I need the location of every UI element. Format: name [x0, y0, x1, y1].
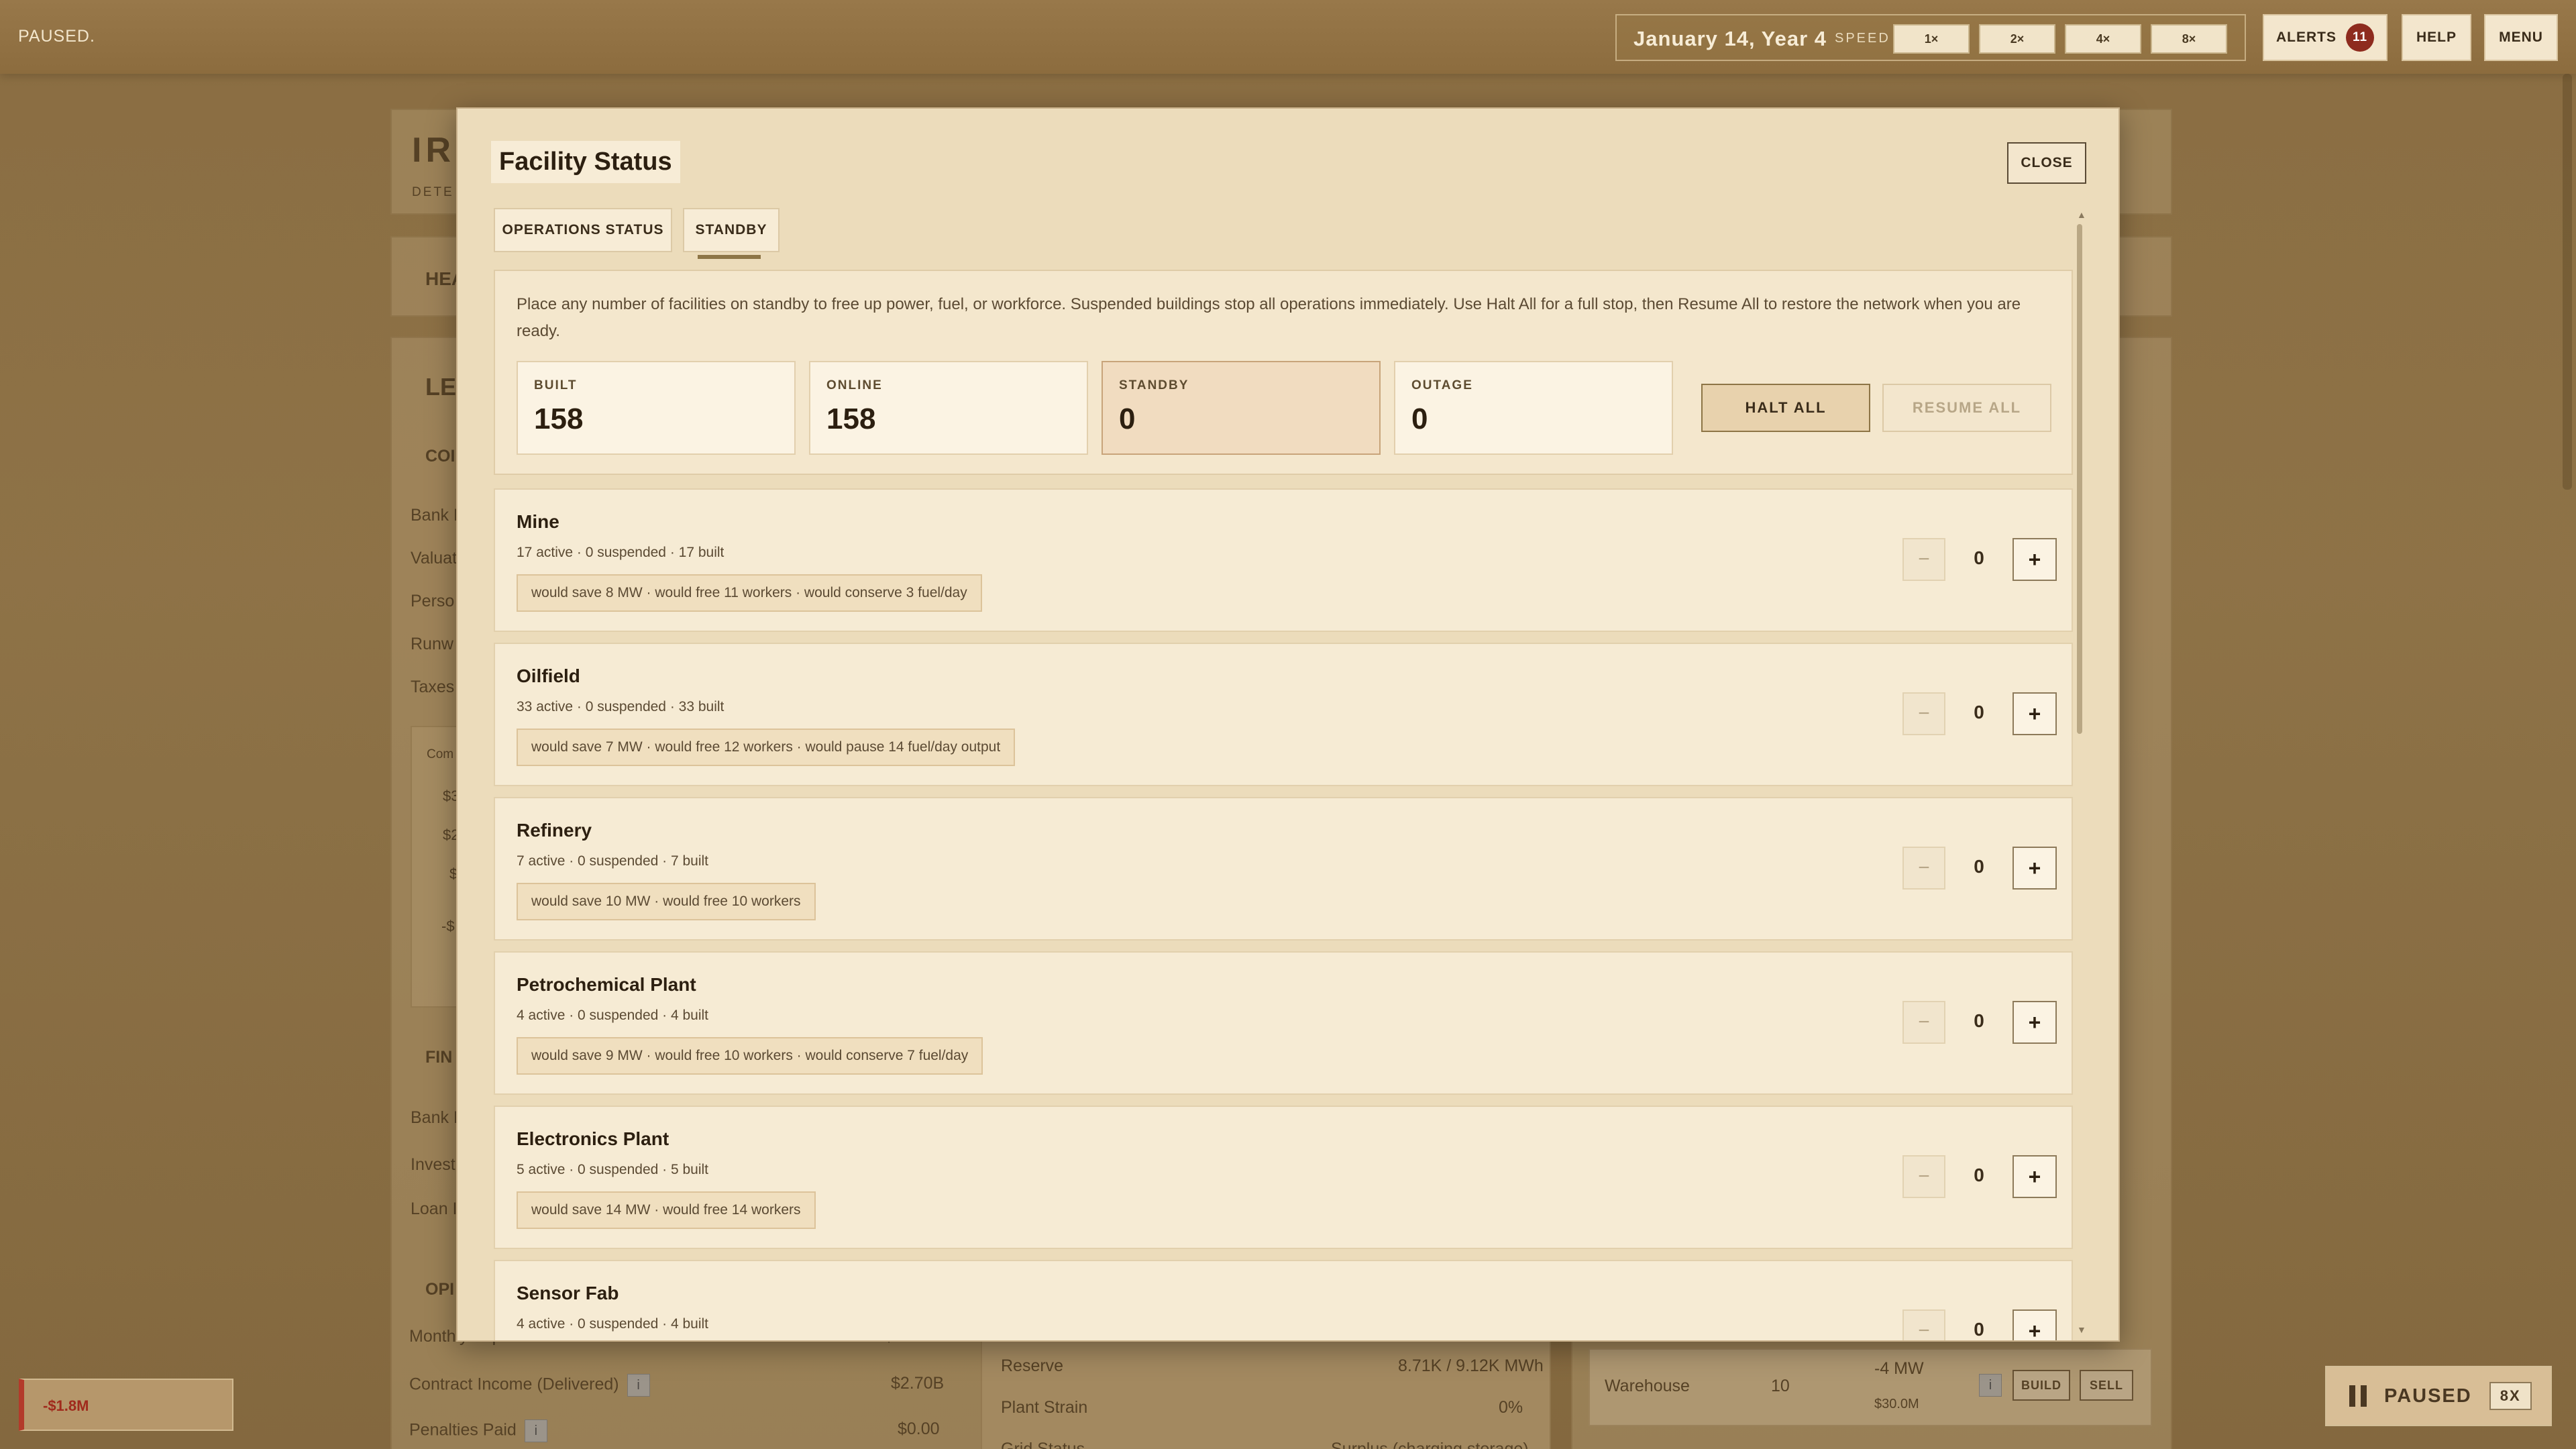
facility-effect: would save 7 MW · would free 12 workers …: [517, 729, 1016, 766]
stat-online: ONLINE 158: [809, 361, 1088, 455]
facility-counts: 17 active · 0 suspended · 17 built: [517, 545, 724, 560]
standby-count: 0: [1974, 1319, 1984, 1340]
decrease-button[interactable]: −: [1902, 692, 1945, 735]
stat-label: BUILT: [534, 378, 578, 392]
stat-built: BUILT 158: [517, 361, 796, 455]
game-date: January 14, Year 4: [1633, 27, 1827, 50]
increase-button[interactable]: +: [2012, 692, 2057, 735]
increase-button[interactable]: +: [2012, 1155, 2057, 1198]
speed-1x-button[interactable]: 1×: [1893, 24, 1970, 54]
facility-name: Electronics Plant: [517, 1128, 669, 1149]
facility-counts: 5 active · 0 suspended · 5 built: [517, 1162, 709, 1177]
stat-outage: OUTAGE 0: [1394, 361, 1673, 455]
facility-name: Sensor Fab: [517, 1283, 619, 1303]
facility-counts: 4 active · 0 suspended · 4 built: [517, 1008, 709, 1023]
alerts-label: ALERTS: [2276, 30, 2337, 45]
decrease-button[interactable]: −: [1902, 1001, 1945, 1044]
tab-operations-status[interactable]: OPERATIONS STATUS: [494, 208, 672, 252]
increase-button[interactable]: +: [2012, 1001, 2057, 1044]
facility-name: Oilfield: [517, 665, 580, 686]
alerts-count-badge: 11: [2346, 23, 2374, 52]
scroll-up-arrow-icon[interactable]: ▲: [2077, 209, 2086, 220]
stat-value: 158: [534, 402, 584, 435]
facility-effect: would save 14 MW · would free 14 workers: [517, 1191, 816, 1229]
pause-icon: [2349, 1385, 2367, 1407]
standby-count: 0: [1974, 547, 1984, 568]
paused-indicator[interactable]: PAUSED 8X: [2325, 1366, 2552, 1426]
resume-all-button[interactable]: RESUME ALL: [1882, 384, 2051, 432]
halt-all-button[interactable]: HALT ALL: [1701, 384, 1870, 432]
standby-count: 0: [1974, 1010, 1984, 1031]
speed-label: SPEED: [1835, 31, 1890, 46]
date-speed-panel: January 14, Year 4 SPEED 1× 2× 4× 8×: [1615, 14, 2246, 61]
page-scrollbar[interactable]: [2563, 74, 2572, 490]
paused-speed-tag: 8X: [2489, 1382, 2532, 1410]
facility-row-electronics-plant: Electronics Plant 5 active · 0 suspended…: [494, 1106, 2073, 1249]
paused-label: PAUSED: [2384, 1385, 2472, 1407]
close-button[interactable]: CLOSE: [2007, 142, 2086, 184]
stat-value: 0: [1119, 402, 1136, 435]
facility-effect: would save 9 MW · would free 10 workers …: [517, 1037, 983, 1075]
decrease-button[interactable]: −: [1902, 1309, 1945, 1340]
speed-4x-button[interactable]: 4×: [2065, 24, 2141, 54]
facility-name: Refinery: [517, 820, 592, 841]
standby-content: Place any number of facilities on standb…: [494, 270, 2073, 1340]
decrease-button[interactable]: −: [1902, 1155, 1945, 1198]
help-button[interactable]: HELP: [2402, 14, 2471, 61]
active-tab-indicator: [698, 255, 761, 259]
stat-value: 0: [1411, 402, 1428, 435]
facility-name: Mine: [517, 511, 559, 532]
tab-standby[interactable]: STANDBY: [683, 208, 780, 252]
standby-intro-text: Place any number of facilities on standb…: [517, 295, 2021, 340]
scrollbar-thumb[interactable]: [2077, 224, 2082, 734]
facility-counts: 4 active · 0 suspended · 4 built: [517, 1316, 709, 1332]
top-bar: PAUSED. January 14, Year 4 SPEED 1× 2× 4…: [0, 0, 2576, 74]
alerts-button[interactable]: ALERTS 11: [2263, 14, 2387, 61]
modal-title: Facility Status: [491, 141, 680, 183]
stat-label: OUTAGE: [1411, 378, 1473, 392]
facility-row-refinery: Refinery 7 active · 0 suspended · 7 buil…: [494, 797, 2073, 941]
stat-standby: STANDBY 0: [1102, 361, 1381, 455]
decrease-button[interactable]: −: [1902, 538, 1945, 581]
facility-effect: would save 8 MW · would free 11 workers …: [517, 574, 982, 612]
modal-scrollbar[interactable]: ▲ ▼: [2077, 209, 2086, 1336]
scroll-down-arrow-icon[interactable]: ▼: [2077, 1324, 2086, 1335]
facility-effect: would save 10 MW · would free 10 workers: [517, 883, 816, 920]
standby-summary-box: Place any number of facilities on standb…: [494, 270, 2073, 475]
stat-label: ONLINE: [826, 378, 883, 392]
cash-delta-indicator: -$1.8M: [19, 1379, 233, 1431]
pause-status-text: PAUSED.: [18, 27, 95, 46]
decrease-button[interactable]: −: [1902, 847, 1945, 890]
facility-row-mine: Mine 17 active · 0 suspended · 17 built …: [494, 488, 2073, 632]
increase-button[interactable]: +: [2012, 1309, 2057, 1340]
stat-label: STANDBY: [1119, 378, 1189, 392]
facility-counts: 7 active · 0 suspended · 7 built: [517, 853, 709, 869]
increase-button[interactable]: +: [2012, 538, 2057, 581]
facility-row-sensor-fab: Sensor Fab 4 active · 0 suspended · 4 bu…: [494, 1260, 2073, 1340]
speed-2x-button[interactable]: 2×: [1979, 24, 2055, 54]
speed-8x-button[interactable]: 8×: [2151, 24, 2227, 54]
standby-count: 0: [1974, 1165, 1984, 1185]
facility-counts: 33 active · 0 suspended · 33 built: [517, 699, 724, 714]
stat-value: 158: [826, 402, 876, 435]
standby-count: 0: [1974, 856, 1984, 877]
facility-name: Petrochemical Plant: [517, 974, 696, 995]
facility-row-petrochemical-plant: Petrochemical Plant 4 active · 0 suspend…: [494, 951, 2073, 1095]
menu-button[interactable]: MENU: [2484, 14, 2558, 61]
facility-status-modal: Facility Status CLOSE OPERATIONS STATUS …: [456, 107, 2120, 1342]
increase-button[interactable]: +: [2012, 847, 2057, 890]
standby-count: 0: [1974, 702, 1984, 722]
facility-row-oilfield: Oilfield 33 active · 0 suspended · 33 bu…: [494, 643, 2073, 786]
